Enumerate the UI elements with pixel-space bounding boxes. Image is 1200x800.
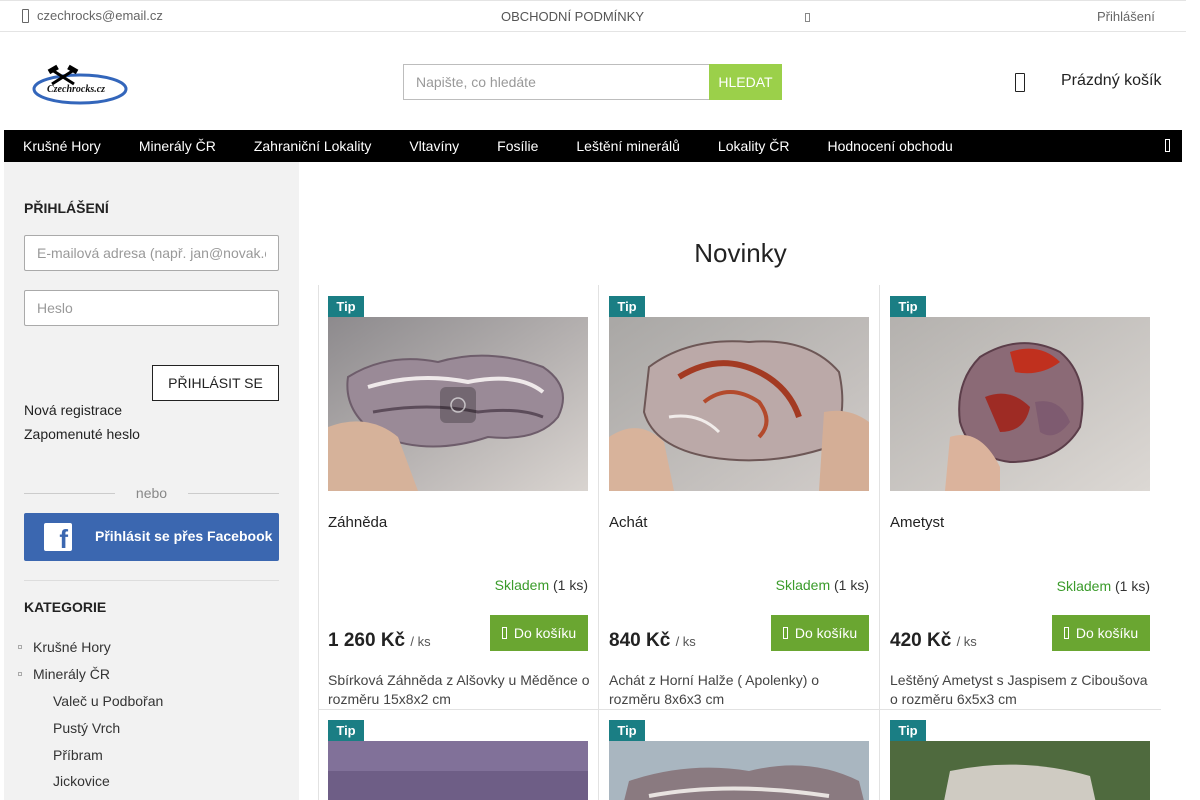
nav-item-hodnoceni-obchodu[interactable]: Hodnocení obchodu <box>809 138 972 154</box>
subcategory-pusty-vrch[interactable]: Pustý Vrch <box>53 720 120 736</box>
nav-more-icon[interactable] <box>1165 139 1170 152</box>
subcategory-jickovice[interactable]: Jickovice <box>53 773 110 789</box>
categories-title: KATEGORIE <box>24 599 107 615</box>
forgot-password-link[interactable]: Zapomenuté heslo <box>24 426 140 442</box>
facebook-login-button[interactable]: f Přihlásit se přes Facebook <box>24 513 279 561</box>
add-to-cart-button[interactable]: Do košíku <box>490 615 588 651</box>
tip-badge: Tip <box>890 296 926 318</box>
tip-badge: Tip <box>328 296 364 318</box>
product-description: Achát z Horní Halže ( Apolenky) o rozměr… <box>609 672 820 707</box>
add-to-cart-button[interactable]: Do košíku <box>771 615 869 651</box>
product-image[interactable] <box>609 741 869 800</box>
facebook-icon: f <box>44 523 72 551</box>
terms-link[interactable]: OBCHODNÍ PODMÍNKY <box>501 9 644 24</box>
grid-divider <box>598 285 599 800</box>
product-image[interactable] <box>890 317 1150 491</box>
bullet-icon <box>18 645 22 649</box>
login-button[interactable]: PŘIHLÁSIT SE <box>152 365 279 401</box>
facebook-login-label: Přihlásit se přes Facebook <box>95 528 273 544</box>
nav-item-fosilie[interactable]: Fosílie <box>478 138 557 154</box>
product-name[interactable]: Achát <box>609 514 647 531</box>
contact-email[interactable]: czechrocks@email.cz <box>22 8 163 23</box>
nav-item-lesteni-mineralu[interactable]: Leštění minerálů <box>557 138 699 154</box>
product-image[interactable] <box>328 741 588 800</box>
cart-icon[interactable] <box>1015 73 1025 92</box>
logo-text: Czechrocks.cz <box>47 84 105 95</box>
product-description: Leštěný Ametyst s Jaspisem z Ciboušova o… <box>890 672 1148 707</box>
or-divider: nebo <box>24 485 279 501</box>
cart-icon <box>782 627 788 639</box>
contact-email-text: czechrocks@email.cz <box>37 8 163 23</box>
product-price: 1 260 Kč / ks <box>328 630 431 651</box>
product-price: 420 Kč / ks <box>890 630 977 651</box>
product-description: Sbírková Záhněda z Alšovky u Měděnce o r… <box>328 672 590 707</box>
top-bar: czechrocks@email.cz OBCHODNÍ PODMÍNKY Př… <box>0 0 1186 32</box>
tip-badge: Tip <box>890 720 926 742</box>
nav-item-lokality-cr[interactable]: Lokality ČR <box>699 138 809 154</box>
product-name[interactable]: Záhněda <box>328 514 387 531</box>
nav-item-mineraly-cr[interactable]: Minerály ČR <box>120 138 235 154</box>
login-title: PŘIHLÁŠENÍ <box>24 200 109 216</box>
add-to-cart-button[interactable]: Do košíku <box>1052 615 1150 651</box>
product-image[interactable] <box>328 317 588 491</box>
product-image[interactable] <box>890 741 1150 800</box>
grid-divider <box>318 285 319 800</box>
password-field[interactable] <box>24 290 279 326</box>
cart-icon <box>501 627 507 639</box>
nav-item-vltaviny[interactable]: Vltavíny <box>390 138 478 154</box>
product-price: 840 Kč / ks <box>609 630 696 651</box>
tip-badge: Tip <box>609 720 645 742</box>
page-title: Novinky <box>694 238 787 268</box>
grid-divider <box>318 709 1161 710</box>
subcategory-valec[interactable]: Valeč u Podbořan <box>53 693 163 709</box>
sidebar-divider <box>24 580 279 581</box>
product-name[interactable]: Ametyst <box>890 514 944 531</box>
category-krusne-hory[interactable]: Krušné Hory <box>33 639 111 655</box>
tip-badge: Tip <box>609 296 645 318</box>
phone-icon <box>805 13 810 22</box>
email-field[interactable] <box>24 235 279 271</box>
stock-status: Skladem (1 ks) <box>1056 578 1150 594</box>
register-link[interactable]: Nová registrace <box>24 402 122 418</box>
bullet-icon <box>18 672 22 676</box>
product-image[interactable] <box>609 317 869 491</box>
stock-status: Skladem (1 ks) <box>494 577 588 593</box>
main-nav: Krušné Hory Minerály ČR Zahraniční Lokal… <box>4 130 1182 162</box>
category-mineraly-cr[interactable]: Minerály ČR <box>33 666 110 682</box>
envelope-icon <box>22 8 29 23</box>
cart-icon <box>1063 627 1069 639</box>
search-bar: HLEDAT <box>403 64 782 100</box>
search-button[interactable]: HLEDAT <box>709 64 782 100</box>
site-logo[interactable]: Czechrocks.cz <box>32 64 130 106</box>
stock-status: Skladem (1 ks) <box>775 577 869 593</box>
nav-item-krusne-hory[interactable]: Krušné Hory <box>4 138 120 154</box>
tip-badge: Tip <box>328 720 364 742</box>
subcategory-pribram[interactable]: Příbram <box>53 747 103 763</box>
search-input[interactable] <box>403 64 709 100</box>
cart-label[interactable]: Prázdný košík <box>1061 72 1161 90</box>
grid-divider <box>879 285 880 800</box>
or-label: nebo <box>135 485 168 501</box>
login-link[interactable]: Přihlášení <box>1097 9 1155 24</box>
nav-item-zahranicni-lokality[interactable]: Zahraniční Lokality <box>235 138 391 154</box>
sidebar: PŘIHLÁŠENÍ PŘIHLÁSIT SE Nová registrace … <box>4 162 299 800</box>
